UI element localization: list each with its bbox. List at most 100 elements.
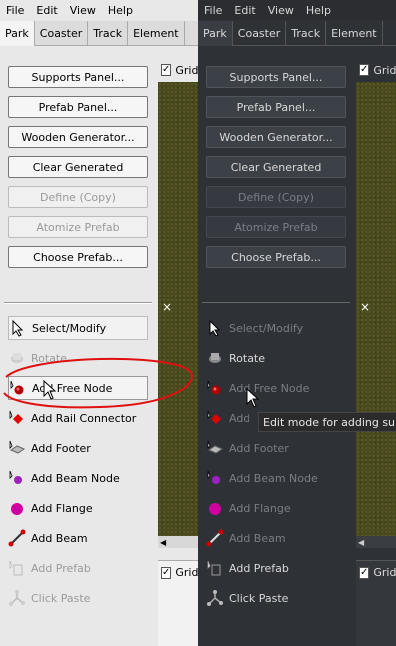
define-copy-button[interactable]: Define (Copy): [206, 186, 346, 208]
beam-node-icon: [8, 469, 26, 487]
rotate-icon: [206, 349, 224, 367]
axis-cross-icon: ×: [162, 300, 173, 314]
tool-panel: Supports Panel... Prefab Panel... Wooden…: [198, 46, 356, 646]
viewport-header: ✓ Grid: [158, 58, 198, 82]
prefab-panel-button[interactable]: Prefab Panel...: [8, 96, 148, 118]
paste-icon: [206, 589, 224, 607]
beam-icon: [206, 529, 224, 547]
tool-label: Select/Modify: [229, 321, 304, 335]
choose-prefab-button[interactable]: Choose Prefab...: [8, 246, 148, 268]
beam-icon: [8, 529, 26, 547]
tool-label: Add Free Node: [229, 381, 310, 395]
choose-prefab-button[interactable]: Choose Prefab...: [206, 246, 346, 268]
viewport-header: ✓ Grid: [356, 561, 396, 584]
scroll-left-icon[interactable]: ◀: [356, 538, 364, 547]
footer-icon: [8, 439, 26, 457]
tool-add-footer[interactable]: Add Footer: [8, 436, 148, 460]
3d-viewport[interactable]: [158, 58, 198, 538]
tab-bar: Park Coaster Track Element: [0, 21, 198, 46]
tool-add-beam-node[interactable]: Add Beam Node: [206, 466, 346, 490]
scroll-left-icon[interactable]: ◀: [158, 538, 166, 547]
tool-add-prefab[interactable]: Add Prefab: [8, 556, 148, 580]
tool-label: Add Beam Node: [229, 471, 318, 485]
menu-help[interactable]: Help: [306, 4, 331, 17]
atomize-prefab-button[interactable]: Atomize Prefab: [8, 216, 148, 238]
menu-view[interactable]: View: [70, 4, 96, 17]
tab-element[interactable]: Element: [128, 21, 185, 46]
secondary-viewport[interactable]: ✓ Grid: [158, 560, 198, 646]
secondary-viewport[interactable]: ✓ Grid: [356, 560, 396, 646]
tool-add-beam-node[interactable]: Add Beam Node: [8, 466, 148, 490]
tab-park[interactable]: Park: [0, 21, 35, 46]
panel-divider: [202, 302, 350, 304]
axis-cross-icon: ×: [360, 300, 371, 314]
tool-add-beam[interactable]: Add Beam: [8, 526, 148, 550]
viewport-scrollbar[interactable]: ◀: [158, 536, 198, 548]
tool-panel: Supports Panel... Prefab Panel... Wooden…: [0, 46, 158, 646]
tool-add-beam[interactable]: Add Beam: [206, 526, 346, 550]
tool-label: Add Rail Connector: [229, 411, 249, 425]
dark-theme-panel: File Edit View Help Park Coaster Track E…: [198, 0, 396, 646]
tab-park[interactable]: Park: [198, 21, 233, 46]
tool-add-flange[interactable]: Add Flange: [206, 496, 346, 520]
menu-file[interactable]: File: [6, 4, 24, 17]
rail-connector-icon: [206, 409, 224, 427]
grid-checkbox[interactable]: ✓: [161, 64, 172, 76]
grid-label: Grid: [373, 63, 396, 77]
define-copy-button[interactable]: Define (Copy): [8, 186, 148, 208]
menu-view[interactable]: View: [268, 4, 294, 17]
viewport-scrollbar[interactable]: ◀: [356, 536, 396, 548]
footer-icon: [206, 439, 224, 457]
grid-checkbox[interactable]: ✓: [359, 566, 370, 579]
menu-edit[interactable]: Edit: [36, 4, 57, 17]
viewport-header: ✓ Grid: [158, 561, 198, 584]
prefab-panel-button[interactable]: Prefab Panel...: [206, 96, 346, 118]
tool-add-footer[interactable]: Add Footer: [206, 436, 346, 460]
menu-bar: File Edit View Help: [0, 0, 198, 20]
menu-edit[interactable]: Edit: [234, 4, 255, 17]
tool-click-paste[interactable]: Click Paste: [8, 586, 148, 610]
menu-help[interactable]: Help: [108, 4, 133, 17]
tool-label: Add Beam Node: [31, 471, 120, 485]
tool-label: Rotate: [229, 351, 266, 365]
supports-panel-button[interactable]: Supports Panel...: [8, 66, 148, 88]
tab-bar: Park Coaster Track Element: [198, 21, 396, 46]
tool-add-free-node[interactable]: Add Free Node: [206, 376, 346, 400]
wooden-generator-button[interactable]: Wooden Generator...: [206, 126, 346, 148]
tab-track[interactable]: Track: [88, 21, 129, 46]
tool-label: Add Flange: [31, 501, 93, 515]
tool-label: Add Footer: [31, 441, 91, 455]
grid-label: Grid: [175, 566, 198, 579]
tool-label: Add Prefab: [31, 561, 91, 575]
supports-panel-button[interactable]: Supports Panel...: [206, 66, 346, 88]
mouse-pointer-icon: [246, 388, 260, 408]
atomize-prefab-button[interactable]: Atomize Prefab: [206, 216, 346, 238]
tool-label: Add Beam: [229, 531, 286, 545]
grid-checkbox[interactable]: ✓: [161, 566, 172, 579]
tab-coaster[interactable]: Coaster: [233, 21, 287, 46]
prefab-icon: [206, 559, 224, 577]
tab-track[interactable]: Track: [286, 21, 327, 46]
grid-checkbox[interactable]: ✓: [359, 64, 370, 76]
tooltip: Edit mode for adding supp: [258, 412, 396, 432]
arrow-cursor-icon: [206, 319, 224, 337]
tool-label: Add Flange: [229, 501, 291, 515]
wooden-generator-button[interactable]: Wooden Generator...: [8, 126, 148, 148]
tool-add-flange[interactable]: Add Flange: [8, 496, 148, 520]
flange-icon: [206, 499, 224, 517]
tool-select-modify[interactable]: Select/Modify: [206, 316, 346, 340]
tool-click-paste[interactable]: Click Paste: [206, 586, 346, 610]
3d-viewport[interactable]: [356, 58, 396, 538]
clear-generated-button[interactable]: Clear Generated: [206, 156, 346, 178]
tab-element[interactable]: Element: [326, 21, 383, 46]
tool-rotate[interactable]: Rotate: [206, 346, 346, 370]
tool-select-modify[interactable]: Select/Modify: [8, 316, 148, 340]
menu-file[interactable]: File: [204, 4, 222, 17]
menu-bar: File Edit View Help: [198, 0, 396, 20]
tab-coaster[interactable]: Coaster: [35, 21, 89, 46]
tool-label: Add Beam: [31, 531, 88, 545]
tool-add-prefab[interactable]: Add Prefab: [206, 556, 346, 580]
clear-generated-button[interactable]: Clear Generated: [8, 156, 148, 178]
prefab-icon: [8, 559, 26, 577]
free-node-icon: [206, 379, 224, 397]
